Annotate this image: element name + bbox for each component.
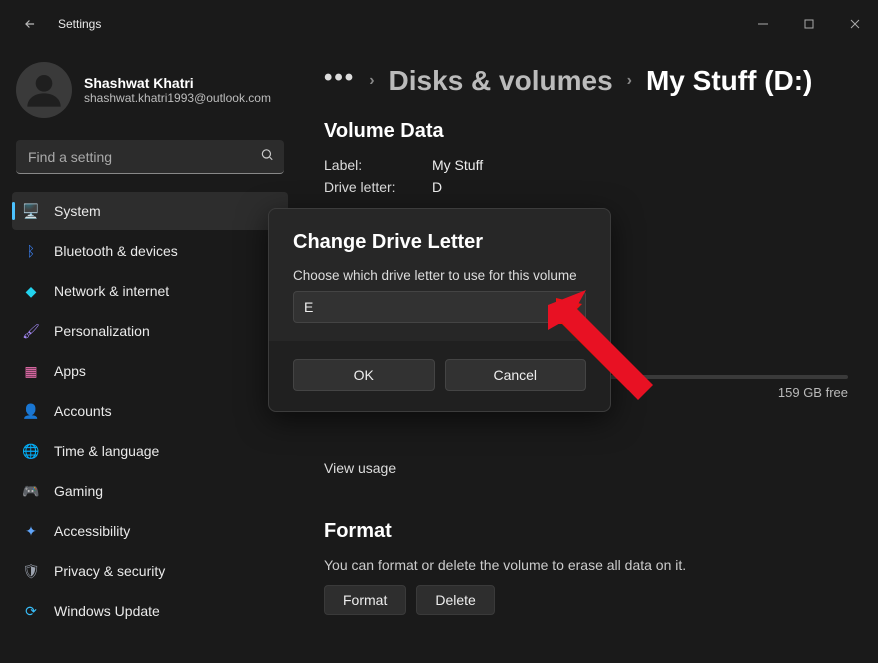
profile-text: Shashwat Khatri shashwat.khatri1993@outl… (84, 75, 271, 105)
dropdown-value: E (304, 299, 313, 315)
search-input[interactable] (16, 140, 284, 174)
back-button[interactable] (16, 10, 44, 38)
sidebar-item-network-internet[interactable]: ◆ Network & internet (12, 272, 288, 310)
maximize-button[interactable] (786, 8, 832, 40)
dialog-desc: Choose which drive letter to use for thi… (293, 268, 586, 283)
sidebar-item-accounts[interactable]: 👤 Accounts (12, 392, 288, 430)
sidebar-item-time-language[interactable]: 🌐 Time & language (12, 432, 288, 470)
minimize-button[interactable] (740, 8, 786, 40)
nav-icon: ◆ (22, 282, 40, 300)
window-title: Settings (58, 17, 101, 31)
sidebar-item-gaming[interactable]: 🎮 Gaming (12, 472, 288, 510)
nav-icon: ▦ (22, 362, 40, 380)
delete-button[interactable]: Delete (416, 585, 494, 615)
nav-label: Privacy & security (54, 563, 165, 579)
dialog-title: Change Drive Letter (293, 231, 586, 254)
sidebar-item-bluetooth-devices[interactable]: ᛒ Bluetooth & devices (12, 232, 288, 270)
format-buttons: Format Delete (324, 585, 848, 615)
letter-key: Drive letter: (324, 179, 404, 195)
sidebar-item-accessibility[interactable]: ✦ Accessibility (12, 512, 288, 550)
sidebar-item-apps[interactable]: ▦ Apps (12, 352, 288, 390)
profile-name: Shashwat Khatri (84, 75, 271, 91)
sidebar-item-windows-update[interactable]: ⟳ Windows Update (12, 592, 288, 630)
nav-label: Network & internet (54, 283, 169, 299)
nav-label: Accessibility (54, 523, 130, 539)
breadcrumb: ••• › Disks & volumes › My Stuff (D:) (324, 56, 848, 114)
profile-email: shashwat.khatri1993@outlook.com (84, 91, 271, 105)
nav-icon: 🎮 (22, 482, 40, 500)
letter-value: D (432, 179, 442, 195)
nav-list: 🖥️ System ᛒ Bluetooth & devices ◆ Network & i… (12, 192, 288, 630)
sidebar-item-personalization[interactable]: 🖌 Personalization (12, 312, 288, 350)
view-usage-link[interactable]: View usage (324, 460, 848, 476)
nav-icon: 👤 (22, 402, 40, 420)
avatar (16, 62, 72, 118)
format-desc: You can format or delete the volume to e… (324, 557, 848, 573)
volume-heading: Volume Data (324, 120, 848, 143)
format-button[interactable]: Format (324, 585, 406, 615)
label-key: Label: (324, 157, 404, 173)
chevron-right-icon: › (627, 72, 632, 90)
sidebar-item-privacy-security[interactable]: 🛡 Privacy & security (12, 552, 288, 590)
volume-label-row: Label: My Stuff (324, 157, 848, 173)
window-controls (740, 8, 878, 40)
nav-icon: ⟳ (22, 602, 40, 620)
breadcrumb-parent[interactable]: Disks & volumes (389, 65, 613, 97)
nav-icon: 🖥️ (22, 202, 40, 220)
volume-letter-row: Drive letter: D (324, 179, 848, 195)
breadcrumb-current: My Stuff (D:) (646, 65, 812, 97)
change-drive-letter-dialog: Change Drive Letter Choose which drive l… (268, 208, 611, 412)
nav-label: Apps (54, 363, 86, 379)
breadcrumb-more[interactable]: ••• (324, 64, 355, 98)
label-value: My Stuff (432, 157, 483, 173)
nav-icon: 🌐 (22, 442, 40, 460)
nav-label: Time & language (54, 443, 159, 459)
nav-label: Personalization (54, 323, 150, 339)
nav-icon: 🖌 (22, 322, 40, 340)
titlebar: Settings (0, 0, 878, 48)
close-button[interactable] (832, 8, 878, 40)
ok-button[interactable]: OK (293, 359, 435, 391)
nav-label: Accounts (54, 403, 112, 419)
chevron-right-icon: › (369, 72, 374, 90)
sidebar: Shashwat Khatri shashwat.khatri1993@outl… (0, 48, 300, 663)
nav-label: Gaming (54, 483, 103, 499)
nav-icon: ᛒ (22, 242, 40, 260)
nav-icon: 🛡 (22, 562, 40, 580)
search-wrap (16, 140, 284, 174)
drive-letter-dropdown[interactable]: E (293, 291, 586, 323)
nav-label: Windows Update (54, 603, 160, 619)
cancel-button[interactable]: Cancel (445, 359, 587, 391)
chevron-down-icon (564, 299, 575, 315)
sidebar-item-system[interactable]: 🖥️ System (12, 192, 288, 230)
nav-label: Bluetooth & devices (54, 243, 178, 259)
nav-icon: ✦ (22, 522, 40, 540)
format-heading: Format (324, 520, 848, 543)
nav-label: System (54, 203, 101, 219)
profile-block[interactable]: Shashwat Khatri shashwat.khatri1993@outl… (12, 56, 288, 130)
